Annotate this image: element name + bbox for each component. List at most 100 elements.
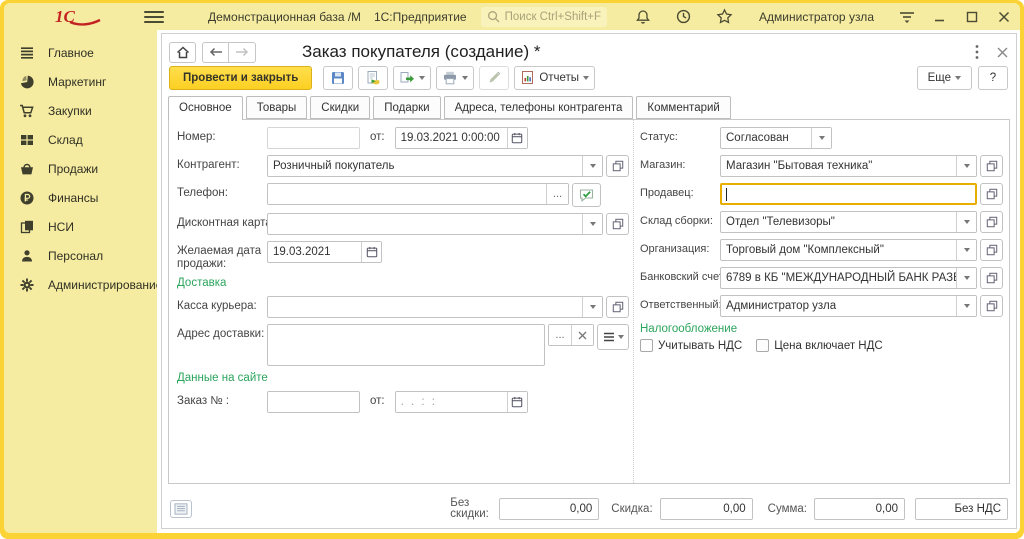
order-form: Заказ покупателя (создание) * Провести и… (161, 33, 1017, 529)
tab-adresa[interactable]: Адреса, телефоны контрагента (444, 96, 634, 119)
ellipsis-button[interactable]: ... (546, 184, 568, 204)
vat-mode-field[interactable]: Без НДС (915, 498, 1008, 520)
create-based-on-button[interactable] (393, 66, 431, 90)
dropdown-cell[interactable] (956, 268, 976, 288)
phone-label: Телефон: (177, 183, 267, 199)
save-button[interactable] (323, 66, 353, 90)
address-ellipsis-button[interactable]: ... (549, 325, 571, 345)
tab-skidki[interactable]: Скидки (310, 96, 370, 119)
open-link-icon (986, 272, 998, 284)
checkbox-icon (640, 339, 653, 352)
open-store-button[interactable] (980, 155, 1003, 177)
dropdown-cell[interactable] (811, 128, 831, 148)
address-menu-button[interactable] (597, 324, 629, 350)
help-button[interactable]: ? (978, 66, 1008, 90)
status-select[interactable]: Согласован (720, 127, 832, 149)
kebab-menu-icon[interactable] (975, 44, 979, 60)
vat-included-checkbox[interactable]: Цена включает НДС (756, 339, 882, 352)
sidebar-item-marketing[interactable]: Маркетинг (4, 67, 157, 96)
search-input[interactable]: Поиск Ctrl+Shift+F (481, 7, 607, 27)
calendar-icon[interactable] (507, 392, 527, 412)
main-menu-icon[interactable] (144, 9, 164, 25)
address-clear-button[interactable] (571, 325, 593, 345)
courier-cash-input[interactable] (267, 296, 603, 318)
open-counterparty-button[interactable] (606, 155, 629, 177)
tab-kommentarij[interactable]: Комментарий (636, 96, 730, 119)
dropdown-cell[interactable] (582, 214, 602, 234)
open-courier-cash-button[interactable] (606, 296, 629, 318)
tab-tovary[interactable]: Товары (246, 96, 308, 119)
open-warehouse-button[interactable] (980, 211, 1003, 233)
favorites-star-icon[interactable] (716, 8, 733, 25)
date-input[interactable]: 19.03.2021 0:00:00 (395, 127, 528, 149)
sidebar-item-glavnoe[interactable]: Главное (4, 38, 157, 67)
post-document-button[interactable] (358, 66, 388, 90)
seller-input-focused[interactable] (720, 183, 977, 205)
dropdown-cell[interactable] (956, 212, 976, 232)
history-icon[interactable] (675, 8, 692, 25)
calendar-icon[interactable] (507, 128, 527, 148)
close-form-icon[interactable] (997, 47, 1008, 58)
gear-icon (19, 277, 35, 293)
number-input[interactable] (267, 127, 360, 149)
maximize-icon[interactable] (966, 11, 978, 23)
back-button[interactable] (202, 42, 229, 63)
dial-phone-button[interactable] (572, 183, 601, 207)
date-from-label: от: (370, 127, 385, 143)
organization-input[interactable]: Торговый дом "Комплексный" (720, 239, 977, 261)
home-button[interactable] (169, 42, 196, 63)
tab-podarki[interactable]: Подарки (373, 96, 440, 119)
open-responsible-button[interactable] (980, 295, 1003, 317)
dropdown-cell[interactable] (956, 156, 976, 176)
open-organization-button[interactable] (980, 239, 1003, 261)
open-discount-card-button[interactable] (606, 213, 629, 235)
document-lines-icon (174, 503, 188, 515)
site-order-input[interactable] (267, 391, 360, 413)
discount-card-input[interactable] (267, 213, 603, 235)
sidebar-item-administrirovanie[interactable]: Администрирование (4, 270, 157, 299)
open-bank-account-button[interactable] (980, 267, 1003, 289)
cart-icon (19, 103, 35, 119)
sidebar-item-sklad[interactable]: Склад (4, 125, 157, 154)
forward-button[interactable] (229, 42, 256, 63)
edit-button-disabled[interactable] (479, 66, 509, 90)
post-and-close-button[interactable]: Провести и закрыть (169, 66, 312, 90)
sidebar-item-personal[interactable]: Персонал (4, 241, 157, 270)
print-button[interactable] (436, 66, 474, 90)
sidebar-item-prodazhi[interactable]: Продажи (4, 154, 157, 183)
service-menu-icon[interactable] (898, 10, 916, 24)
warehouse-input[interactable]: Отдел "Телевизоры" (720, 211, 977, 233)
responsible-input[interactable]: Администратор узла (720, 295, 977, 317)
counterparty-input[interactable]: Розничный покупатель (267, 155, 603, 177)
vat-checkbox[interactable]: Учитывать НДС (640, 339, 742, 352)
dropdown-cell[interactable] (582, 156, 602, 176)
post-document-icon (365, 70, 381, 86)
dropdown-cell[interactable] (956, 296, 976, 316)
dropdown-arrow-icon (419, 76, 425, 80)
store-input[interactable]: Магазин "Бытовая техника" (720, 155, 977, 177)
reports-button[interactable]: Отчеты (514, 66, 595, 90)
open-seller-button[interactable] (980, 183, 1003, 205)
desired-date-input[interactable]: 19.03.2021 (267, 241, 382, 263)
total-label: Сумма: (768, 503, 807, 515)
calendar-icon[interactable] (361, 242, 381, 262)
dropdown-cell[interactable] (582, 297, 602, 317)
bank-account-input[interactable]: 6789 в КБ "МЕЖДУНАРОДНЫЙ БАНК РАЗВИТИЯ (720, 267, 977, 289)
counterparty-label: Контрагент: (177, 155, 267, 171)
delivery-address-textarea[interactable] (267, 324, 545, 366)
dropdown-cell[interactable] (956, 240, 976, 260)
close-window-icon[interactable] (998, 11, 1010, 23)
footer-notes-button[interactable] (170, 500, 192, 518)
sidebar-item-nsi[interactable]: НСИ (4, 212, 157, 241)
tab-content: Номер: от: 19.03.2021 0:00:00 (168, 119, 1010, 484)
more-button[interactable]: Еще (917, 66, 972, 90)
current-user[interactable]: Администратор узла (759, 10, 874, 24)
site-order-date-input[interactable]: . . : : (395, 391, 528, 413)
sidebar-item-zakupki[interactable]: Закупки (4, 96, 157, 125)
sidebar-item-finansy[interactable]: Финансы (4, 183, 157, 212)
phone-input[interactable]: ... (267, 183, 569, 205)
minimize-icon[interactable] (934, 11, 946, 23)
tab-osnovnoe[interactable]: Основное (168, 96, 243, 120)
clear-x-icon (578, 331, 587, 340)
notifications-bell-icon[interactable] (635, 9, 651, 25)
